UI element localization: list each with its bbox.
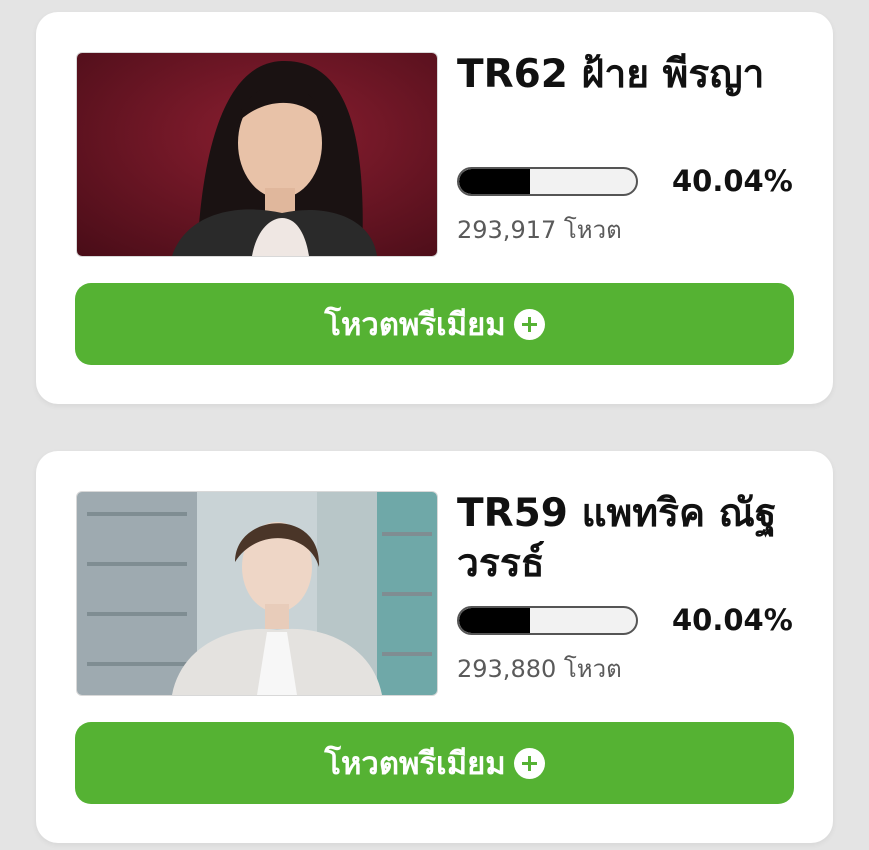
vote-percentage: 40.04% (672, 603, 793, 637)
candidate-name: TR59 แพทริค ณัฐวรรธ์ (457, 491, 777, 586)
premium-vote-button[interactable]: โหวตพรีเมียม (75, 722, 794, 804)
premium-vote-label: โหวตพรีเมียม (324, 307, 506, 342)
vote-progress-bar (457, 606, 638, 635)
plus-circle-icon (513, 308, 545, 340)
candidate-photo (76, 491, 438, 696)
vote-count: 293,917 โหวต (457, 216, 622, 244)
candidate-card: TR59 แพทริค ณัฐวรรธ์ 40.04% 293,880 โหวต… (36, 451, 833, 843)
vote-progress-fill (459, 169, 530, 194)
candidate-name: TR62 ฝ้าย พีรญา (457, 52, 765, 97)
premium-vote-label: โหวตพรีเมียม (324, 746, 506, 781)
plus-circle-icon (513, 747, 545, 779)
premium-vote-button[interactable]: โหวตพรีเมียม (75, 283, 794, 365)
candidate-photo (76, 52, 438, 257)
vote-progress-bar (457, 167, 638, 196)
candidate-card: TR62 ฝ้าย พีรญา 40.04% 293,917 โหวต โหวต… (36, 12, 833, 404)
vote-progress-fill (459, 608, 530, 633)
vote-count: 293,880 โหวต (457, 655, 622, 683)
vote-percentage: 40.04% (672, 164, 793, 198)
